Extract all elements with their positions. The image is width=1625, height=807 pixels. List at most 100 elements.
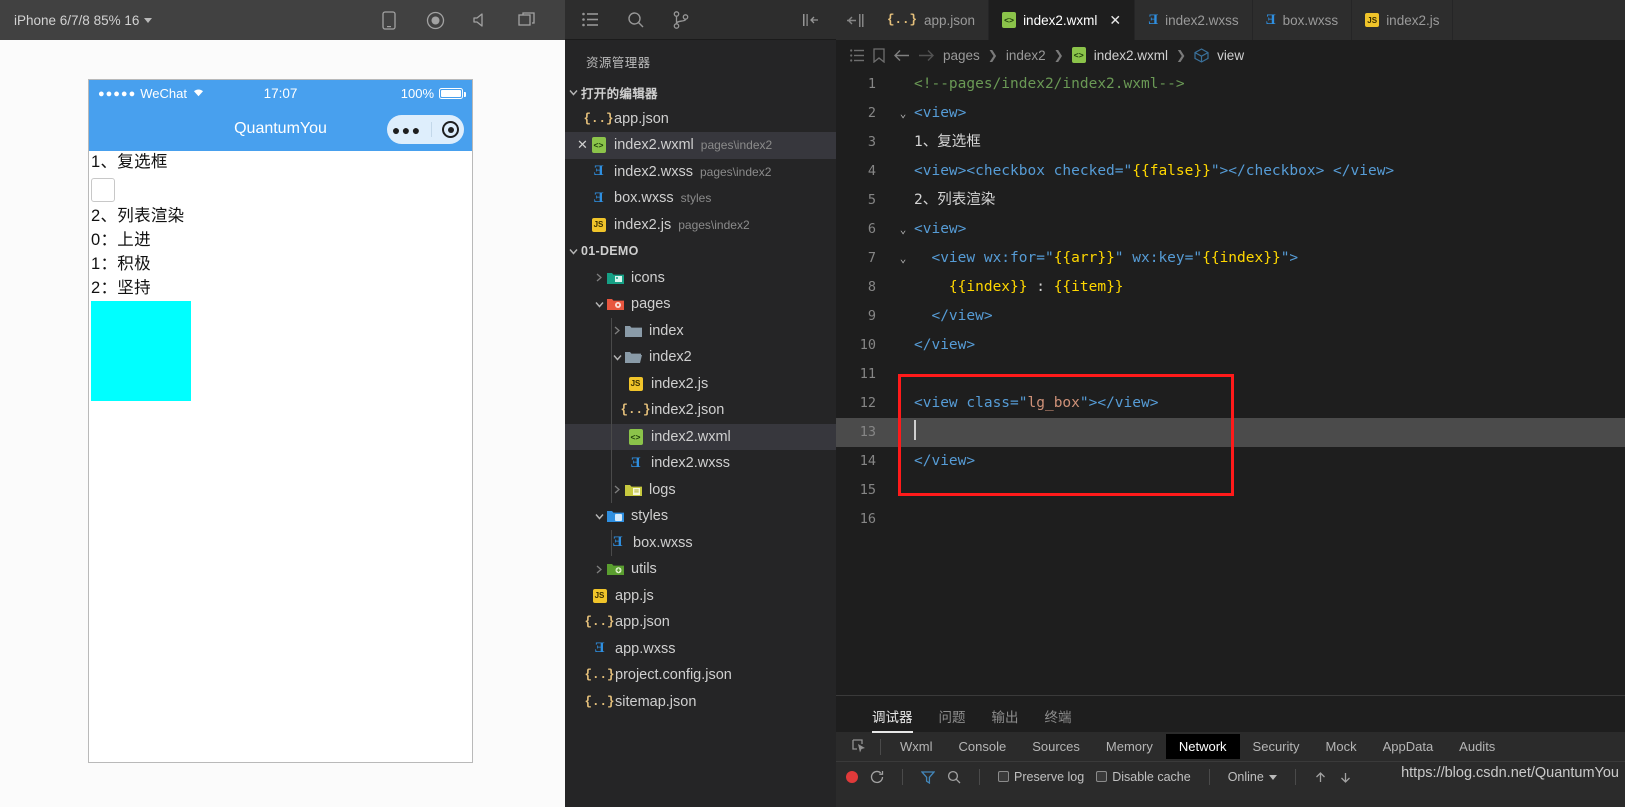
tree-node-logs[interactable]: logs: [565, 476, 836, 504]
volume-icon[interactable]: [471, 10, 491, 30]
file-name: sitemap.json: [615, 693, 697, 710]
devtools-tab-mock[interactable]: Mock: [1313, 734, 1370, 759]
file-path: pages\index2: [700, 138, 773, 153]
line-number: 4: [867, 163, 876, 179]
fold-chevron-down-icon[interactable]: ⌄: [892, 244, 914, 273]
search-network-icon[interactable]: [947, 770, 961, 784]
js-icon: JS: [1365, 13, 1380, 27]
chevron-down-icon: [591, 300, 607, 309]
export-har-icon[interactable]: [1339, 771, 1352, 784]
split-editor-icon[interactable]: [836, 0, 874, 40]
clear-network-icon[interactable]: [870, 770, 884, 784]
checkbox-control[interactable]: [91, 177, 115, 202]
fold-chevron-down-icon[interactable]: ⌄: [892, 99, 914, 128]
devtools-tab-security[interactable]: Security: [1240, 734, 1313, 759]
filter-icon[interactable]: [921, 770, 935, 784]
devtools-tab-sources[interactable]: Sources: [1019, 734, 1093, 759]
tree-file-index2-wxml[interactable]: <> index2.wxml: [565, 423, 836, 450]
folder-name: utils: [631, 561, 657, 578]
folder-name: index2: [649, 349, 692, 366]
open-editor-index2-wxss[interactable]: Ǝ index2.wxss pages\index2: [565, 159, 836, 186]
outline-icon[interactable]: [850, 48, 865, 62]
tree-node-index2[interactable]: index2: [565, 344, 836, 371]
panel-tab-terminal[interactable]: 终端: [1045, 706, 1072, 733]
record-network-icon[interactable]: [846, 771, 858, 783]
collapse-all-icon[interactable]: [801, 10, 820, 29]
code-text: <view class="lg_box"></view>: [914, 389, 1158, 418]
record-icon[interactable]: [425, 10, 445, 30]
tree-node-index[interactable]: index: [565, 317, 836, 345]
open-editor-box-wxss[interactable]: Ǝ box.wxss styles: [565, 185, 836, 212]
source-control-icon[interactable]: [671, 10, 690, 29]
window-icon[interactable]: [517, 10, 537, 30]
tree-file-index2-json[interactable]: {..} index2.json: [565, 397, 836, 424]
breadcrumb-item-symbol[interactable]: view: [1217, 48, 1244, 63]
devtools-tab-wxml[interactable]: Wxml: [887, 734, 946, 759]
search-icon[interactable]: [626, 10, 645, 29]
inspect-element-icon[interactable]: [844, 739, 874, 754]
tree-file-sitemap-json[interactable]: {..} sitemap.json: [565, 689, 836, 716]
tree-node-styles[interactable]: styles: [565, 503, 836, 530]
fold-chevron-down-icon[interactable]: ⌄: [892, 215, 914, 244]
tree-file-project-config-json[interactable]: {..} project.config.json: [565, 662, 836, 689]
target-icon[interactable]: [442, 121, 460, 138]
tree-file-app-js[interactable]: JS app.js: [565, 583, 836, 610]
tree-file-index2-js[interactable]: JS index2.js: [565, 370, 836, 398]
close-icon[interactable]: ✕: [575, 137, 590, 153]
code-text: [914, 418, 916, 447]
code-line: 7 ⌄ <view wx:for="{{arr}}" wx:key="{{inde…: [836, 244, 1625, 273]
tab-index2-wxml[interactable]: <> index2.wxml ✕: [989, 0, 1136, 40]
devtools-tab-network[interactable]: Network: [1165, 734, 1240, 759]
devtools-tab-console[interactable]: Console: [946, 734, 1020, 759]
capsule-menu[interactable]: ●●●: [387, 115, 464, 144]
checkbox-icon: [1096, 771, 1108, 782]
tree-file-index2-wxss[interactable]: Ǝ index2.wxss: [565, 450, 836, 477]
open-editor-app-json[interactable]: {..} app.json: [565, 106, 836, 133]
tree-node-utils[interactable]: utils: [565, 556, 836, 583]
code-editor[interactable]: 1 <!--pages/index2/index2.wxml--> 2 ⌄ <view…: [836, 70, 1625, 695]
tree-file-app-json[interactable]: {..} app.json: [565, 609, 836, 636]
open-editor-index2-js[interactable]: JS index2.js pages\index2: [565, 212, 836, 239]
phone-icon[interactable]: [379, 10, 399, 30]
tree-file-app-wxss[interactable]: Ǝ app.wxss: [565, 636, 836, 663]
ide-top-area: 资源管理器 打开的编辑器 {..} app.json ✕ <> index2.w…: [565, 0, 1625, 807]
arrow-left-icon[interactable]: [893, 49, 910, 62]
disable-cache-checkbox[interactable]: Disable cache: [1096, 770, 1191, 784]
device-selector[interactable]: iPhone 6/7/8 85% 16: [14, 13, 153, 28]
devtools-tab-appdata[interactable]: AppData: [1370, 734, 1447, 759]
files-icon[interactable]: [581, 10, 600, 29]
devtools-tab-audits[interactable]: Audits: [1446, 734, 1508, 759]
list-item: 0：上进: [91, 230, 151, 249]
ide-pane: 资源管理器 打开的编辑器 {..} app.json ✕ <> index2.w…: [565, 0, 1625, 807]
close-icon[interactable]: ✕: [1109, 12, 1121, 29]
devtools-tab-memory[interactable]: Memory: [1093, 734, 1166, 759]
throttling-selector[interactable]: Online: [1228, 770, 1277, 784]
tab-box-wxss[interactable]: Ǝ box.wxss: [1252, 0, 1353, 40]
tab-index2-wxss[interactable]: Ǝ index2.wxss: [1135, 0, 1253, 40]
tree-file-box-wxss[interactable]: Ǝ box.wxss: [565, 529, 836, 557]
code-token: ">: [1280, 250, 1299, 266]
open-editor-index2-wxml[interactable]: ✕ <> index2.wxml pages\index2: [565, 132, 836, 159]
breadcrumb-item-pages[interactable]: pages: [943, 48, 980, 63]
breadcrumb-item-file[interactable]: index2.wxml: [1094, 48, 1168, 63]
tab-index2-js[interactable]: JS index2.js: [1352, 0, 1454, 40]
devtools-area: Wxml Console Sources Memory Network Secu…: [836, 732, 1625, 807]
code-line: 10 </view>: [836, 331, 1625, 360]
panel-tab-problems[interactable]: 问题: [939, 706, 966, 733]
preserve-log-checkbox[interactable]: Preserve log: [998, 770, 1084, 784]
project-root-header[interactable]: 01-DEMO: [565, 238, 836, 265]
tree-node-pages[interactable]: pages: [565, 291, 836, 318]
open-editors-header[interactable]: 打开的编辑器: [565, 79, 836, 106]
import-har-icon[interactable]: [1314, 771, 1327, 784]
bookmark-icon[interactable]: [873, 47, 885, 63]
tree-node-icons[interactable]: icons: [565, 265, 836, 292]
tab-app-json[interactable]: {..} app.json: [874, 0, 990, 40]
code-line: 8 {{index}} : {{item}}: [836, 273, 1625, 302]
arrow-right-icon[interactable]: [918, 49, 935, 62]
panel-tab-output[interactable]: 输出: [992, 706, 1019, 733]
more-dots-icon[interactable]: ●●●: [392, 123, 422, 137]
code-line-active: 13: [836, 418, 1625, 447]
file-name: app.json: [615, 614, 670, 631]
breadcrumb-item-index2[interactable]: index2: [1006, 48, 1046, 63]
panel-tab-debugger[interactable]: 调试器: [872, 706, 913, 733]
